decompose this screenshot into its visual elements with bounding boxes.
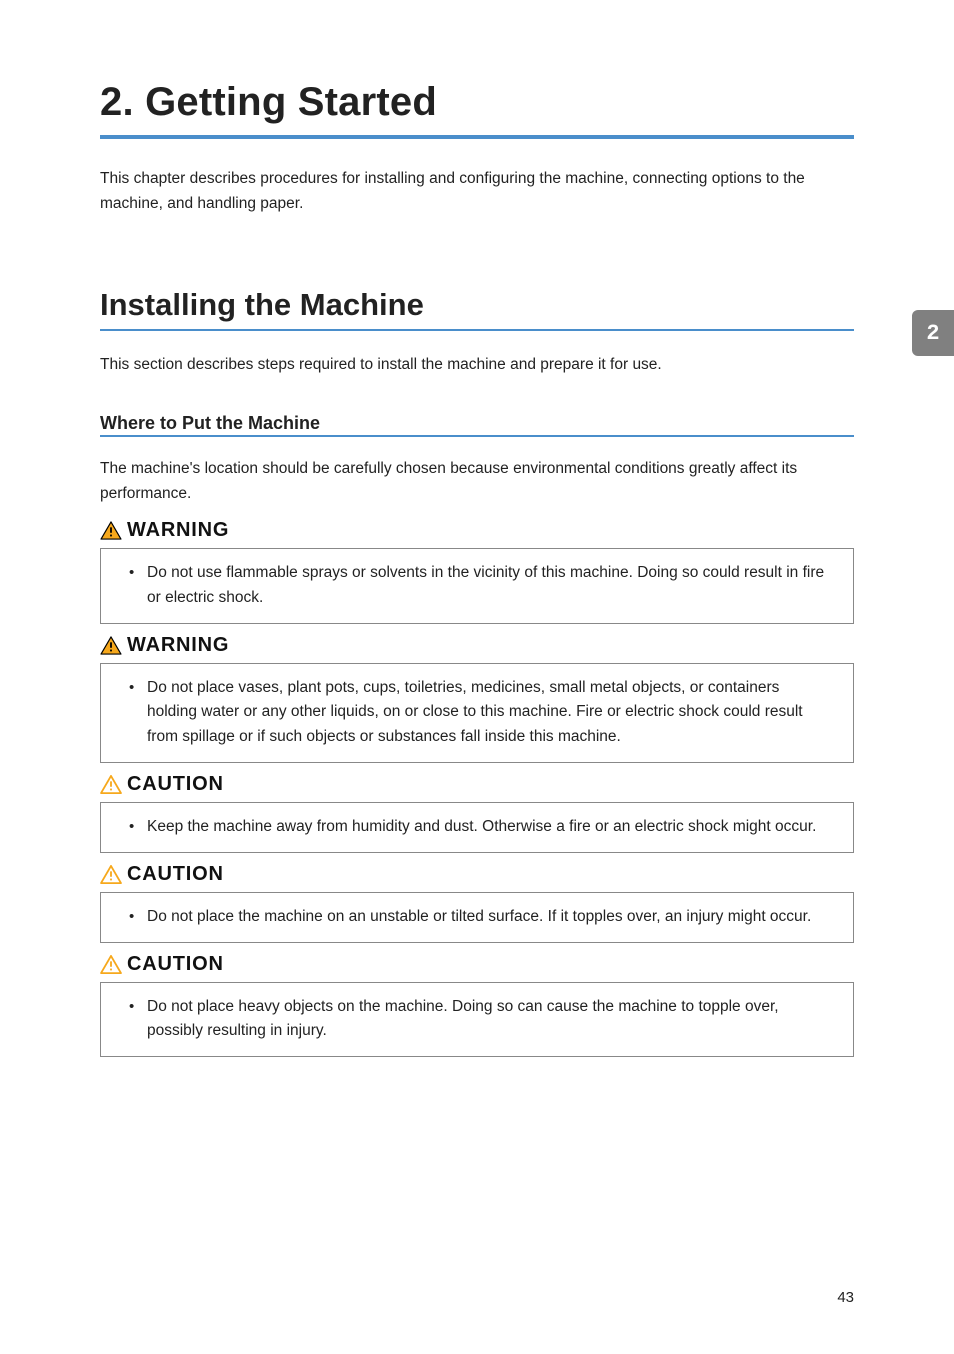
chapter-intro: This chapter describes procedures for in… [100,167,854,217]
caution-box: Do not place heavy objects on the machin… [100,982,854,1058]
page-number: 43 [837,1289,854,1306]
warning-box: Do not use flammable sprays or solvents … [100,548,854,624]
alert-level-text: CAUTION [127,863,224,886]
alert-level-text: WARNING [127,634,229,657]
subsection-intro: The machine's location should be careful… [100,457,854,507]
alert-item: Do not place heavy objects on the machin… [121,995,833,1045]
caution-triangle-icon [100,955,122,974]
alert-item: Keep the machine away from humidity and … [121,815,833,840]
caution-label: CAUTION [100,863,854,886]
document-page: 2 2. Getting Started This chapter descri… [0,0,954,1354]
caution-triangle-icon [100,775,122,794]
section-title-rule [100,329,854,331]
warning-label: WARNING [100,634,854,657]
chapter-tab-number: 2 [926,321,939,346]
warning-triangle-icon [100,521,122,540]
alert-item: Do not use flammable sprays or solvents … [121,561,833,611]
chapter-tab: 2 [912,310,954,356]
alert-level-text: WARNING [127,519,229,542]
caution-label: CAUTION [100,773,854,796]
alert-level-text: CAUTION [127,953,224,976]
subsection-title-rule [100,435,854,437]
warning-label: WARNING [100,519,854,542]
caution-label: CAUTION [100,953,854,976]
warning-box: Do not place vases, plant pots, cups, to… [100,663,854,763]
alert-level-text: CAUTION [127,773,224,796]
caution-triangle-icon [100,865,122,884]
caution-box: Do not place the machine on an unstable … [100,892,854,943]
alert-item: Do not place vases, plant pots, cups, to… [121,676,833,750]
section-title: Installing the Machine [100,287,854,323]
subsection-title: Where to Put the Machine [100,413,854,434]
section-intro: This section describes steps required to… [100,353,854,378]
alert-item: Do not place the machine on an unstable … [121,905,833,930]
caution-box: Keep the machine away from humidity and … [100,802,854,853]
warning-triangle-icon [100,636,122,655]
chapter-title: 2. Getting Started [100,80,854,125]
chapter-title-rule [100,135,854,139]
